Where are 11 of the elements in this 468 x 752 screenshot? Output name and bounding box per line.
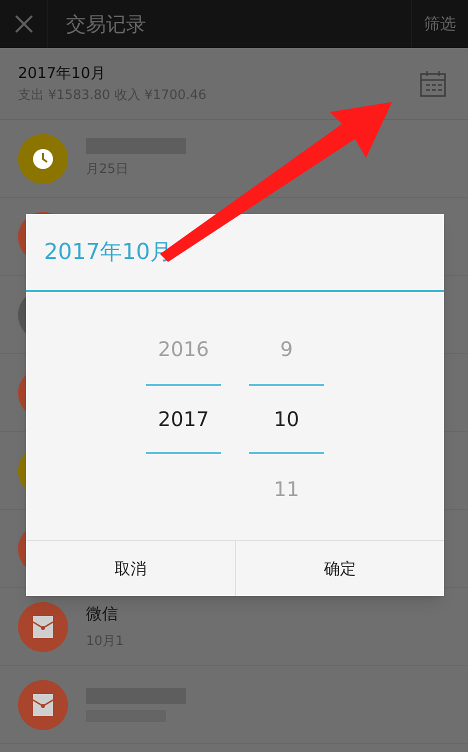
calendar-button[interactable] — [418, 68, 448, 98]
envelope-icon — [31, 692, 55, 718]
record-title: 微信 — [86, 602, 119, 625]
picker-value[interactable]: 10 — [274, 404, 300, 434]
month-label: 2017年10月 — [18, 62, 106, 84]
confirm-button[interactable]: 确定 — [234, 541, 444, 596]
screen-title: 交易记录 — [66, 11, 147, 38]
close-icon — [14, 14, 34, 34]
picker-value[interactable]: 2017 — [158, 404, 209, 434]
calendar-icon — [418, 68, 448, 98]
envelope-icon — [31, 614, 55, 640]
